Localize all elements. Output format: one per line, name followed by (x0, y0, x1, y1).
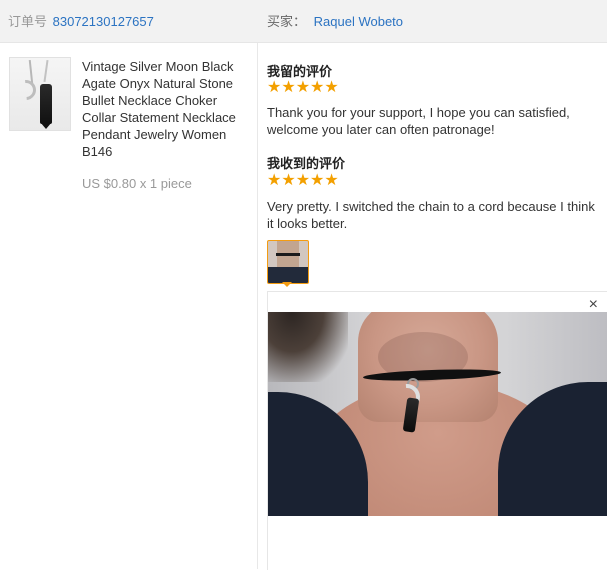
thumb-shirt-graphic (268, 267, 308, 283)
star-icon: ★ (267, 79, 282, 96)
buyer-label: 买家： Raquel Wobeto (267, 11, 403, 30)
my-review-title: 我留的评价 (267, 64, 333, 79)
star-icon: ★ (267, 172, 282, 189)
buyer-name-link[interactable]: Raquel Wobeto (314, 14, 403, 29)
star-icon: ★ (281, 172, 296, 189)
star-icon: ★ (324, 79, 339, 96)
product-thumbnail[interactable] (9, 57, 71, 131)
star-icon: ★ (295, 172, 311, 189)
column-divider (257, 43, 258, 569)
buyer-label-text: 买家： (267, 14, 307, 29)
order-review-page: 订单号 83072130127657 买家： Raquel Wobeto Vin… (0, 0, 607, 570)
product-price: US $0.80 x 1 piece (82, 176, 192, 191)
necklace-chain-graphic (43, 59, 49, 83)
onyx-stone-tip-graphic (40, 122, 52, 129)
received-review-text: Very pretty. I switched the chain to a c… (267, 199, 595, 231)
star-icon: ★ (295, 79, 311, 96)
thumb-choker-graphic (276, 253, 300, 256)
star-icon: ★ (324, 172, 339, 189)
photo-hair (268, 312, 348, 382)
review-photo (268, 312, 607, 516)
my-review-rating: ★ ★ ★ ★ ★ (267, 80, 339, 96)
moon-charm-graphic (11, 75, 41, 105)
order-label-text: 订单号 (8, 14, 48, 29)
thumbnail-pointer-icon (282, 282, 292, 287)
received-review-rating: ★ ★ ★ ★ ★ (267, 173, 339, 189)
my-review-text: Thank you for your support, I hope you c… (267, 105, 570, 137)
star-icon: ★ (310, 172, 325, 189)
review-photo-thumbnail[interactable] (267, 240, 309, 284)
order-number-link[interactable]: 83072130127657 (53, 14, 154, 29)
product-title[interactable]: Vintage Silver Moon Black Agate Onyx Nat… (82, 58, 252, 160)
order-header: 订单号 83072130127657 买家： Raquel Wobeto (0, 0, 607, 43)
star-icon: ★ (310, 79, 325, 96)
star-icon: ★ (281, 79, 296, 96)
received-review-title: 我收到的评价 (267, 156, 346, 171)
order-number-label: 订单号 83072130127657 (8, 11, 154, 30)
onyx-stone-graphic (40, 84, 52, 124)
